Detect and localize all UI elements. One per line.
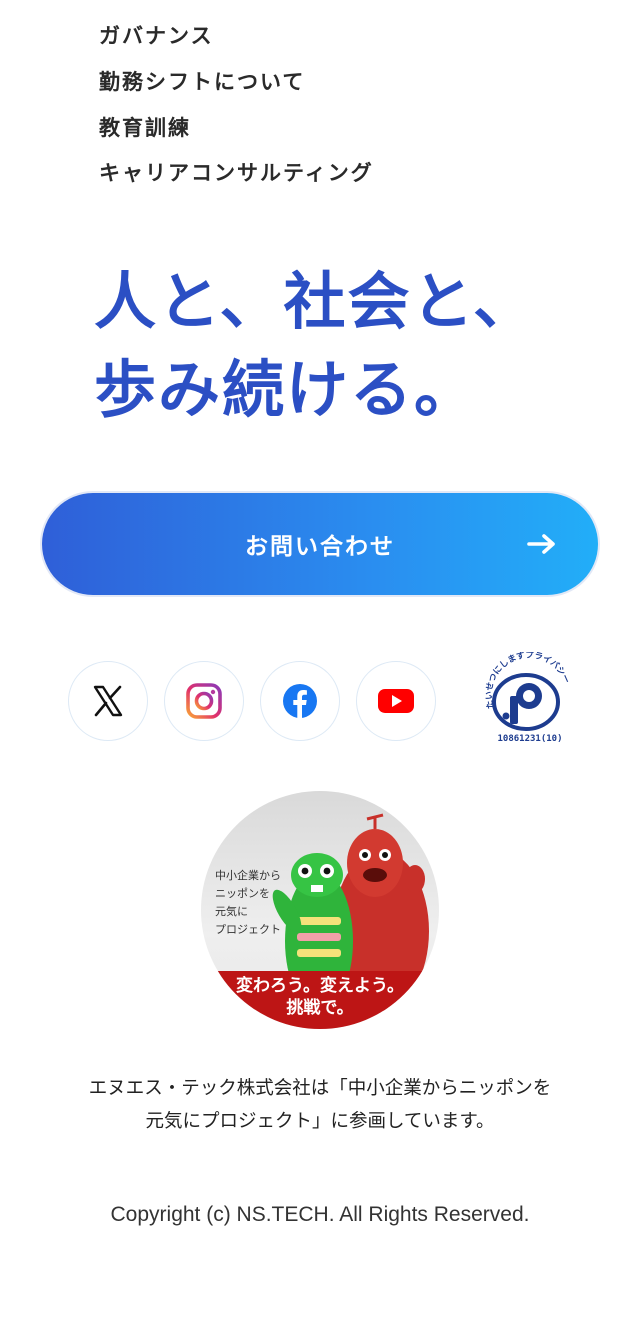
tagline: 人と、社会と、 歩み続ける。 [94, 258, 537, 434]
arrow-right-icon [527, 534, 555, 554]
nav-item-career-consulting[interactable]: キャリアコンサルティング [99, 157, 374, 187]
youtube-link[interactable] [356, 661, 436, 741]
participation-text: エヌエス・テック株式会社は「中小企業からニッポンを 元気にプロジェクト」に参画し… [0, 1072, 640, 1138]
privacy-mark[interactable]: たいせつにしますプライバシー 10861231(10) [482, 650, 572, 748]
contact-button[interactable]: お問い合わせ [42, 493, 598, 595]
x-icon [93, 685, 123, 717]
x-link[interactable] [68, 661, 148, 741]
instagram-icon [186, 683, 222, 719]
youtube-icon [378, 689, 414, 713]
campaign-slogan: 変わろう。変えよう。 挑戦で。 [201, 971, 439, 1029]
participation-line-2: 元気にプロジェクト」に参画しています。 [145, 1111, 495, 1132]
contact-button-label: お問い合わせ [245, 533, 395, 559]
instagram-link[interactable] [164, 661, 244, 741]
campaign-banner-link[interactable]: 中小企業から ニッポンを 元気に プロジェクト 変わろう。変えよう。 挑戦で。 [201, 791, 439, 1029]
facebook-icon [283, 684, 317, 718]
nav-item-cut-off[interactable] [99, 0, 299, 4]
campaign-slogan-line-1: 変わろう。変えよう。 [236, 976, 404, 996]
tagline-line-2: 歩み続ける。 [94, 353, 479, 426]
copyright: Copyright (c) NS.TECH. All Rights Reserv… [110, 1203, 530, 1226]
nav-item-training[interactable]: 教育訓練 [99, 112, 191, 142]
tagline-line-1: 人と、社会と、 [94, 265, 538, 338]
campaign-slogan-line-2: 挑戦で。 [286, 998, 354, 1018]
privacy-mark-number: 10861231(10) [497, 734, 563, 744]
facebook-link[interactable] [260, 661, 340, 741]
nav-item-governance[interactable]: ガバナンス [99, 20, 214, 50]
nav-item-shift[interactable]: 勤務シフトについて [99, 66, 305, 96]
participation-line-1: エヌエス・テック株式会社は「中小企業からニッポンを [88, 1078, 552, 1099]
